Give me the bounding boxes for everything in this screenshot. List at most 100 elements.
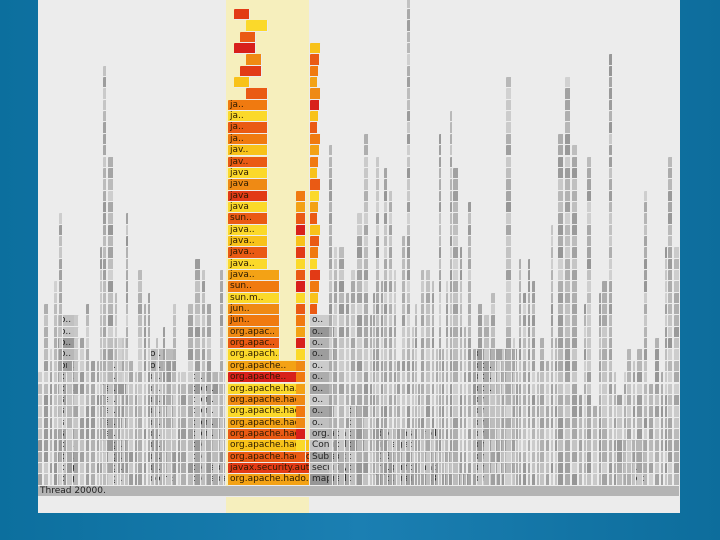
- stack-frame[interactable]: [339, 292, 345, 305]
- stack-frame[interactable]: [407, 224, 411, 236]
- stack-frame[interactable]: [357, 292, 363, 305]
- stack-frame[interactable]: [426, 326, 431, 339]
- stack-frame[interactable]: [602, 349, 608, 361]
- stack-frame[interactable]: [655, 383, 660, 395]
- stack-frame[interactable]: [74, 394, 79, 407]
- stack-frame[interactable]: [506, 156, 512, 168]
- stack-frame[interactable]: [484, 326, 490, 339]
- stack-frame[interactable]: [446, 417, 449, 429]
- stack-frame[interactable]: [491, 417, 496, 429]
- stack-frame[interactable]: [519, 394, 522, 407]
- stack-frame[interactable]: [464, 462, 467, 475]
- stack-frame[interactable]: [468, 451, 472, 463]
- stack-frame[interactable]: [674, 383, 680, 395]
- stack-frame[interactable]: [473, 372, 477, 384]
- stack-frame[interactable]: [649, 440, 654, 452]
- stack-frame[interactable]: [54, 451, 58, 463]
- stack-frame[interactable]: [188, 440, 194, 452]
- stack-frame[interactable]: [103, 99, 107, 112]
- stack-frame[interactable]: [528, 292, 531, 305]
- stack-frame[interactable]: [627, 440, 632, 452]
- stack-frame[interactable]: [655, 451, 660, 463]
- stack-frame[interactable]: [402, 394, 406, 407]
- stack-frame[interactable]: [407, 440, 411, 452]
- stack-frame[interactable]: [593, 462, 598, 475]
- stack-frame[interactable]: [558, 383, 564, 395]
- stack-frame[interactable]: [129, 406, 134, 418]
- stack-frame[interactable]: [296, 394, 306, 407]
- stack-frame[interactable]: [389, 462, 393, 475]
- stack-frame[interactable]: [402, 406, 406, 418]
- stack-frame[interactable]: [351, 326, 356, 339]
- stack-frame[interactable]: [103, 247, 107, 259]
- stack-frame[interactable]: [523, 383, 527, 395]
- stack-frame[interactable]: [122, 462, 125, 475]
- stack-frame[interactable]: [167, 474, 172, 486]
- stack-frame[interactable]: [421, 417, 425, 429]
- stack-frame[interactable]: [389, 338, 393, 350]
- stack-frame[interactable]: [351, 383, 356, 395]
- stack-frame[interactable]: [220, 292, 224, 305]
- stack-frame[interactable]: ja..: [228, 133, 268, 146]
- stack-frame[interactable]: [491, 440, 496, 452]
- stack-frame[interactable]: [334, 372, 338, 384]
- stack-frame[interactable]: [633, 383, 636, 395]
- stack-frame[interactable]: org.apache.had..: [228, 406, 302, 418]
- stack-frame[interactable]: [346, 326, 350, 339]
- stack-frame[interactable]: [148, 394, 151, 407]
- stack-frame[interactable]: [609, 440, 613, 452]
- stack-frame[interactable]: [115, 349, 118, 361]
- stack-frame[interactable]: [38, 417, 43, 429]
- stack-frame[interactable]: [351, 315, 356, 327]
- stack-frame[interactable]: [195, 440, 201, 452]
- stack-frame[interactable]: [296, 201, 306, 214]
- stack-frame[interactable]: [432, 304, 435, 316]
- stack-frame[interactable]: [593, 451, 598, 463]
- stack-frame[interactable]: [220, 270, 224, 282]
- stack-frame[interactable]: [234, 43, 256, 55]
- stack-frame[interactable]: [502, 406, 505, 418]
- stack-frame[interactable]: [44, 304, 49, 316]
- stack-frame[interactable]: [572, 326, 578, 339]
- stack-frame[interactable]: [207, 417, 212, 429]
- stack-frame[interactable]: [59, 292, 63, 305]
- stack-frame[interactable]: [144, 315, 147, 327]
- stack-frame[interactable]: [519, 474, 522, 486]
- stack-frame[interactable]: [296, 372, 306, 384]
- stack-frame[interactable]: [421, 292, 425, 305]
- stack-frame[interactable]: [376, 406, 380, 418]
- stack-frame[interactable]: [50, 383, 53, 395]
- stack-frame[interactable]: [376, 383, 380, 395]
- stack-frame[interactable]: [376, 190, 380, 202]
- stack-frame[interactable]: [506, 235, 512, 248]
- stack-frame[interactable]: [67, 383, 73, 395]
- stack-frame[interactable]: [532, 394, 536, 407]
- stack-frame[interactable]: [54, 474, 58, 486]
- stack-frame[interactable]: [558, 224, 564, 236]
- stack-frame[interactable]: [156, 394, 159, 407]
- stack-frame[interactable]: [506, 111, 512, 123]
- stack-frame[interactable]: [246, 54, 262, 66]
- stack-frame[interactable]: [59, 224, 63, 236]
- stack-frame[interactable]: [334, 474, 338, 486]
- stack-frame[interactable]: [364, 292, 369, 305]
- stack-frame[interactable]: [491, 292, 496, 305]
- stack-frame[interactable]: [220, 417, 224, 429]
- stack-frame[interactable]: [202, 440, 206, 452]
- stack-frame[interactable]: [468, 258, 472, 270]
- stack-frame[interactable]: [633, 428, 636, 441]
- stack-frame[interactable]: [144, 372, 147, 384]
- stack-frame[interactable]: [310, 111, 319, 123]
- stack-frame[interactable]: [540, 474, 545, 486]
- stack-frame[interactable]: [558, 145, 564, 157]
- stack-frame[interactable]: [148, 315, 151, 327]
- stack-frame[interactable]: [432, 360, 435, 373]
- stack-frame[interactable]: [103, 179, 107, 191]
- stack-frame[interactable]: [442, 417, 445, 429]
- stack-frame[interactable]: [565, 338, 571, 350]
- stack-frame[interactable]: [397, 428, 401, 441]
- stack-frame[interactable]: [587, 440, 592, 452]
- stack-frame[interactable]: [364, 451, 369, 463]
- stack-frame[interactable]: [655, 440, 660, 452]
- stack-frame[interactable]: [587, 360, 592, 373]
